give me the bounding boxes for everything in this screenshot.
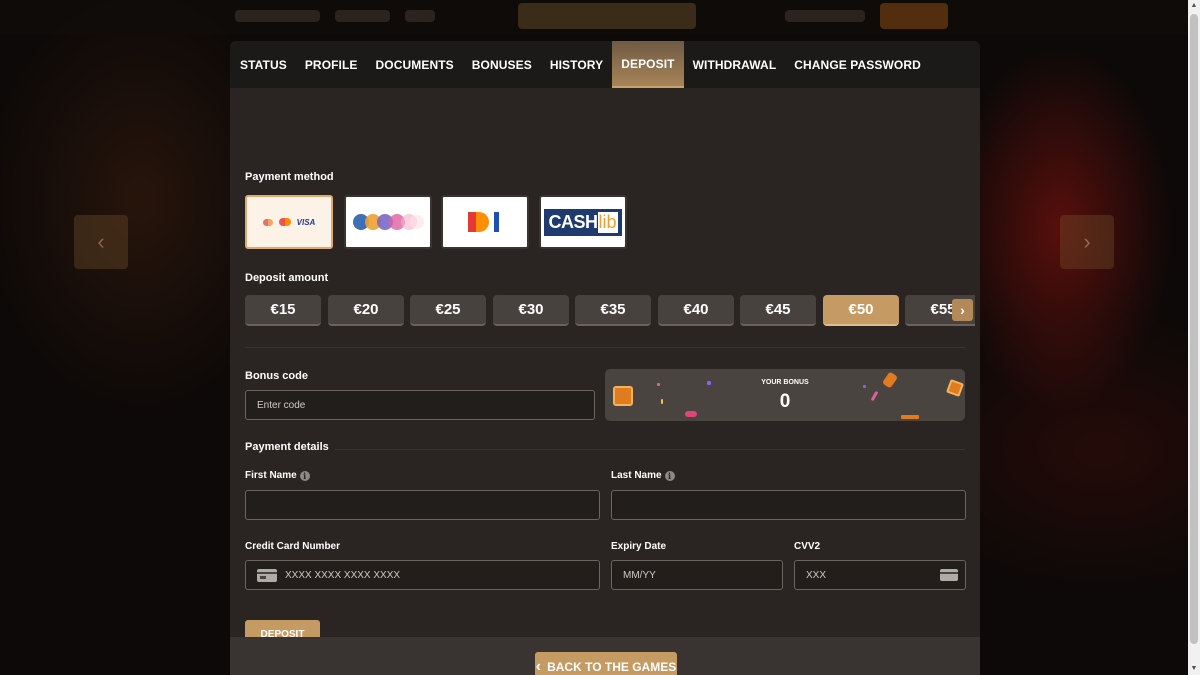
expiry-date-label: Expiry Date — [611, 541, 667, 552]
amount-option-25[interactable]: €25 — [410, 295, 486, 326]
your-bonus-value: 0 — [779, 391, 791, 412]
tab-history[interactable]: HISTORY — [541, 41, 612, 88]
deposit-amount-label: Deposit amount — [245, 272, 329, 284]
chevron-right-icon: › — [960, 302, 965, 318]
info-icon[interactable]: i — [299, 470, 310, 481]
first-name-input[interactable] — [245, 490, 600, 520]
bonus-code-input[interactable]: Enter code — [245, 390, 595, 420]
crypto-coins-icon — [353, 214, 424, 230]
scroll-down-icon[interactable]: ▼ — [1190, 664, 1198, 674]
account-tabs: STATUS PROFILE DOCUMENTS BONUSES HISTORY… — [230, 41, 980, 88]
chevron-left-icon: ‹ — [535, 658, 542, 675]
scroll-up-icon[interactable]: ▲ — [1190, 1, 1198, 11]
page-scrollbar[interactable]: ▲ ▼ — [1188, 0, 1200, 675]
tab-status[interactable]: STATUS — [230, 41, 296, 88]
amount-option-15[interactable]: €15 — [245, 295, 321, 326]
tab-change-password[interactable]: CHANGE PASSWORD — [785, 41, 930, 88]
amount-scroll-next-button[interactable]: › — [952, 299, 973, 321]
payment-method-card[interactable]: VISA — [245, 195, 333, 249]
card-number-input[interactable]: XXXX XXXX XXXX XXXX — [245, 560, 600, 590]
cvv-input[interactable]: XXX — [794, 560, 966, 590]
divider — [245, 347, 965, 348]
tab-profile[interactable]: PROFILE — [296, 41, 367, 88]
cashlib-logo-icon: CASH lib — [544, 208, 622, 236]
account-modal: STATUS PROFILE DOCUMENTS BONUSES HISTORY… — [230, 41, 980, 675]
bank-logo-icon — [468, 212, 499, 232]
amount-option-40[interactable]: €40 — [658, 295, 734, 326]
carousel-next-arrow-blurred: › — [1060, 215, 1114, 269]
visa-icon: VISA — [296, 217, 316, 227]
info-icon[interactable]: i — [664, 470, 675, 481]
first-name-label: First Name i — [245, 470, 310, 481]
card-back-icon — [940, 569, 958, 581]
credit-card-icon — [257, 568, 277, 582]
carousel-prev-arrow-blurred: ‹ — [74, 215, 128, 269]
divider — [335, 449, 965, 450]
tab-documents[interactable]: DOCUMENTS — [367, 41, 463, 88]
amount-option-50[interactable]: €50 — [823, 295, 899, 326]
tab-bonuses[interactable]: BONUSES — [463, 41, 541, 88]
site-header-blurred — [0, 0, 1188, 34]
payment-method-crypto[interactable] — [344, 195, 432, 249]
maestro-icon — [278, 218, 291, 226]
expiry-date-input[interactable]: MM/YY — [611, 560, 783, 590]
tab-withdrawal[interactable]: WITHDRAWAL — [684, 41, 786, 88]
your-bonus-panel: YOUR BONUS 0 — [605, 369, 965, 421]
tab-deposit[interactable]: DEPOSIT — [612, 41, 684, 88]
bonus-code-label: Bonus code — [245, 370, 308, 382]
payment-method-bank[interactable] — [441, 195, 529, 249]
payment-method-cashlib[interactable]: CASH lib — [539, 195, 627, 249]
modal-footer: ‹ BACK TO THE GAMES — [230, 637, 980, 675]
last-name-label: Last Name i — [611, 470, 675, 481]
amount-option-35[interactable]: €35 — [575, 295, 651, 326]
back-to-games-button[interactable]: ‹ BACK TO THE GAMES — [535, 652, 677, 675]
payment-method-label: Payment method — [245, 171, 334, 183]
amount-option-30[interactable]: €30 — [493, 295, 569, 326]
amount-options: €15 €20 €25 €30 €35 €40 €45 €50 €55 — [245, 295, 975, 327]
scrollbar-thumb[interactable] — [1190, 14, 1198, 644]
your-bonus-title: YOUR BONUS — [761, 379, 809, 386]
card-number-label: Credit Card Number — [245, 541, 341, 552]
mastercard-icon — [262, 218, 273, 226]
cvv-label: CVV2 — [794, 541, 821, 552]
last-name-input[interactable] — [611, 490, 966, 520]
amount-option-45[interactable]: €45 — [740, 295, 816, 326]
amount-option-20[interactable]: €20 — [328, 295, 404, 326]
payment-details-label: Payment details — [245, 441, 329, 453]
